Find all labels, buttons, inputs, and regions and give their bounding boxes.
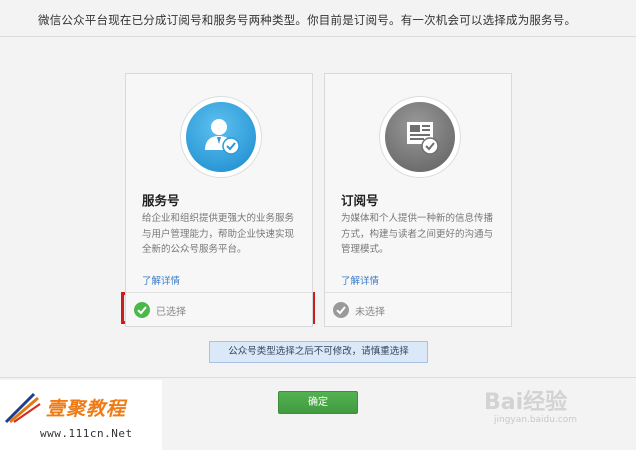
- watermark-url: www.111cn.Net: [40, 427, 133, 440]
- service-learn-more-link[interactable]: 了解详情: [142, 273, 180, 287]
- service-description: 给企业和组织提供更强大的业务服务与用户管理能力，帮助企业快速实现全新的公众号服务…: [142, 213, 295, 255]
- baidu-watermark-url: jingyan.baidu.com: [494, 415, 578, 425]
- top-divider: [0, 36, 636, 37]
- service-title: 服务号: [142, 193, 180, 208]
- subscription-title: 订阅号: [341, 193, 379, 208]
- service-card-separator: [126, 292, 312, 293]
- subscription-card-separator: [325, 292, 511, 293]
- site-watermark: 壹聚教程 www.111cn.Net: [0, 380, 162, 450]
- unselected-check-icon: [333, 302, 349, 318]
- brush-stroke-icon: [4, 392, 41, 424]
- baidu-watermark: Bai经验: [484, 390, 568, 415]
- person-check-icon: [186, 102, 256, 172]
- subscription-description: 为媒体和个人提供一种新的信息传播方式，构建与读者之间更好的沟通与管理模式。: [341, 213, 494, 255]
- service-account-card[interactable]: 服务号 给企业和组织提供更强大的业务服务与用户管理能力，帮助企业快速实现全新的公…: [125, 73, 313, 327]
- selected-check-icon: [134, 302, 150, 318]
- subscription-status[interactable]: 未选择: [333, 300, 385, 320]
- subscription-account-card[interactable]: 订阅号 为媒体和个人提供一种新的信息传播方式，构建与读者之间更好的沟通与管理模式…: [324, 73, 512, 327]
- warning-notice: 公众号类型选择之后不可修改，请慎重选择: [209, 341, 428, 363]
- service-status[interactable]: 已选择: [134, 300, 186, 320]
- intro-text: 微信公众平台现在已分成订阅号和服务号两种类型。你目前是订阅号。有一次机会可以选择…: [38, 13, 577, 27]
- service-icon-ring: [180, 96, 262, 178]
- bottom-divider: [0, 377, 636, 378]
- confirm-button[interactable]: 确定: [278, 391, 358, 414]
- service-status-label: 已选择: [156, 306, 186, 318]
- page: 微信公众平台现在已分成订阅号和服务号两种类型。你目前是订阅号。有一次机会可以选择…: [0, 0, 636, 450]
- subscription-status-label: 未选择: [355, 306, 385, 318]
- document-check-icon: [385, 102, 455, 172]
- subscription-icon-ring: [379, 96, 461, 178]
- subscription-learn-more-link[interactable]: 了解详情: [341, 273, 379, 287]
- watermark-brand: 壹聚教程: [46, 398, 127, 420]
